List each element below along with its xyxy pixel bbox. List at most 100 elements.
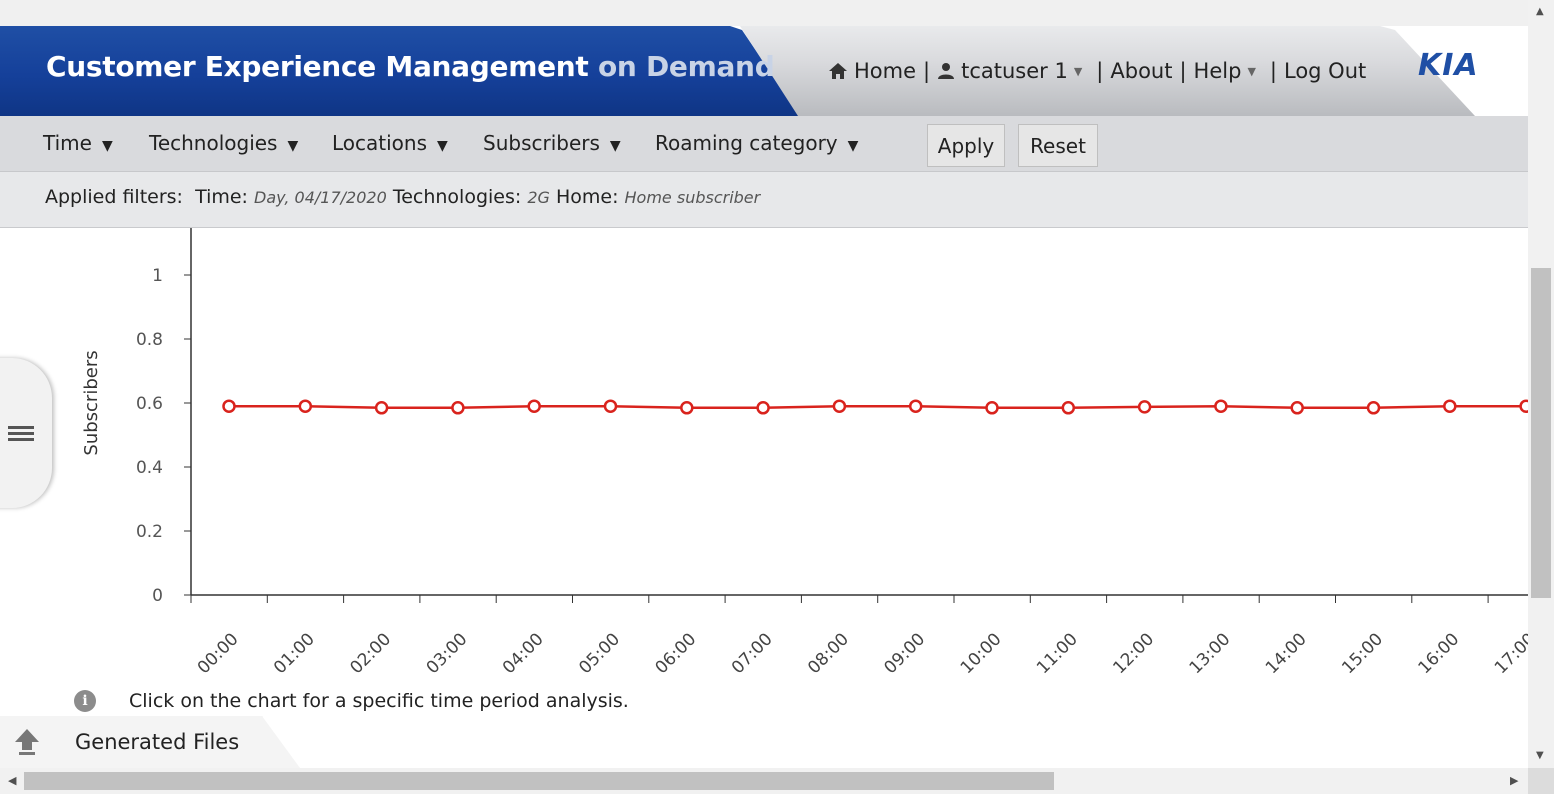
x-tick-label: 07:00 (728, 629, 777, 678)
y-tick-label: 1 (152, 266, 163, 286)
about-link[interactable]: About (1110, 59, 1172, 83)
applied-time-value: Day, 04/17/2020 (254, 188, 387, 207)
nav-separator: | (1096, 59, 1104, 83)
applied-filters: Applied filters: Time: Day, 04/17/2020 T… (45, 186, 760, 208)
scroll-left-icon[interactable]: ◀ (8, 774, 16, 787)
app-title-accent: on Demand (597, 50, 775, 83)
scroll-up-icon[interactable]: ▲ (1536, 6, 1544, 17)
nav-separator: | (1179, 59, 1187, 83)
triangle-down-icon: ▼ (437, 138, 448, 154)
filter-roaming-category[interactable]: Roaming category ▼ (655, 131, 858, 155)
x-tick-label: 13:00 (1186, 629, 1235, 678)
help-label: Help (1193, 59, 1242, 83)
data-point (908, 399, 923, 413)
applied-filters-bar: Applied filters: Time: Day, 04/17/2020 T… (0, 172, 1528, 228)
x-tick-label: 02:00 (346, 629, 395, 678)
nav-separator: | (1269, 59, 1277, 83)
applied-prefix: Applied filters: (45, 186, 183, 208)
generated-files-label: Generated Files (75, 730, 240, 754)
help-menu[interactable]: Help ▼ (1194, 59, 1256, 83)
y-tick-label: 0.2 (136, 522, 163, 542)
data-point (756, 401, 770, 415)
y-tick-label: 0.8 (136, 330, 163, 350)
horizontal-scrollbar[interactable]: ◀ ▶ (0, 768, 1528, 794)
menu-icon (8, 426, 34, 444)
vertical-scroll-thumb[interactable] (1531, 268, 1551, 598)
x-axis-ticks: 00:00 01:00 02:00 03:00 04:00 05:00 06:00 07:00… (190, 595, 1528, 678)
data-point (1290, 401, 1304, 415)
filter-bar: Time ▼ Technologies ▼ Locations ▼ Subscribe… (0, 116, 1528, 172)
x-tick-label: 04:00 (499, 629, 548, 678)
x-tick-label: 00:00 (194, 629, 243, 678)
horizontal-scroll-thumb[interactable] (24, 772, 1054, 790)
data-point (1214, 399, 1228, 413)
x-tick-label: 12:00 (1109, 629, 1158, 678)
y-axis-ticks: 0 0.2 0.4 0.6 0.8 1 (136, 266, 191, 606)
chart-axes (190, 228, 1528, 596)
filter-subscribers-label: Subscribers (483, 131, 600, 155)
x-tick-label: 17:00 (1491, 629, 1528, 678)
x-tick-label: 15:00 (1338, 629, 1387, 678)
triangle-down-icon: ▼ (847, 138, 859, 154)
x-tick-label: 03:00 (423, 629, 472, 678)
x-tick-label: 08:00 (804, 629, 853, 678)
data-point (451, 401, 465, 415)
y-tick-label: 0 (152, 586, 163, 606)
triangle-down-icon: ▼ (287, 138, 299, 154)
filter-locations[interactable]: Locations ▼ (332, 131, 448, 155)
logout-link[interactable]: Log Out (1284, 59, 1366, 83)
scrollbar-corner (1528, 768, 1554, 794)
data-point (527, 399, 541, 413)
filter-roaming-label: Roaming category (655, 131, 838, 155)
filter-time[interactable]: Time ▼ (43, 131, 113, 155)
vertical-scrollbar[interactable]: ▲ ▼ (1528, 0, 1554, 770)
upload-arrow-icon (15, 729, 39, 755)
x-tick-label: 14:00 (1262, 629, 1311, 678)
x-tick-label: 06:00 (652, 629, 701, 678)
y-tick-label: 0.6 (136, 394, 163, 414)
user-menu[interactable]: tcatuser 1 ▼ (937, 59, 1082, 83)
data-point (1137, 400, 1152, 414)
subscribers-chart[interactable]: Subscribers 0 0.2 0.4 0.6 0.8 1 00:00 01:00 02:… (0, 228, 1528, 688)
data-point (374, 401, 389, 415)
app-title-main: Customer Experience Management (46, 50, 589, 83)
x-tick-label: 16:00 (1415, 629, 1464, 678)
home-label: Home (854, 59, 917, 83)
applied-time-label: Time: (195, 186, 248, 208)
home-link[interactable]: Home (828, 59, 916, 83)
filter-locations-label: Locations (332, 131, 428, 155)
info-icon: i (74, 690, 96, 712)
data-point (603, 399, 618, 413)
scroll-down-icon[interactable]: ▼ (1536, 750, 1544, 761)
data-point (1061, 401, 1076, 415)
chevron-down-icon: ▼ (1247, 64, 1256, 78)
filter-technologies[interactable]: Technologies ▼ (149, 131, 298, 155)
data-point (1443, 399, 1457, 413)
chart-hint: i Click on the chart for a specific time… (74, 690, 629, 712)
triangle-down-icon: ▼ (609, 138, 621, 154)
brand-logo: KIA (1418, 48, 1479, 83)
x-tick-label: 01:00 (270, 629, 319, 678)
top-nav: Home | tcatuser 1 ▼ | About | Help ▼ | L… (828, 59, 1366, 83)
generated-files-tab[interactable]: Generated Files (0, 716, 300, 768)
top-strip (0, 0, 1528, 26)
x-tick-label: 05:00 (575, 629, 624, 678)
reset-button[interactable]: Reset (1018, 124, 1098, 167)
app-title: Customer Experience Management on Demand (46, 50, 775, 83)
side-panel-toggle[interactable] (0, 358, 52, 508)
user-icon (938, 63, 955, 79)
triangle-down-icon: ▼ (101, 138, 113, 154)
filter-technologies-label: Technologies (149, 131, 278, 155)
filter-time-label: Time (43, 131, 92, 155)
home-icon (829, 63, 847, 79)
x-tick-label: 11:00 (1033, 629, 1082, 678)
data-point (832, 399, 847, 413)
header: Customer Experience Management on Demand… (0, 26, 1528, 116)
chart-hint-text: Click on the chart for a specific time p… (129, 690, 629, 712)
y-axis-label: Subscribers (81, 350, 102, 455)
data-point (985, 401, 999, 415)
scroll-right-icon[interactable]: ▶ (1510, 774, 1518, 787)
apply-button[interactable]: Apply (927, 124, 1005, 167)
filter-subscribers[interactable]: Subscribers ▼ (483, 131, 621, 155)
data-point (298, 399, 313, 413)
